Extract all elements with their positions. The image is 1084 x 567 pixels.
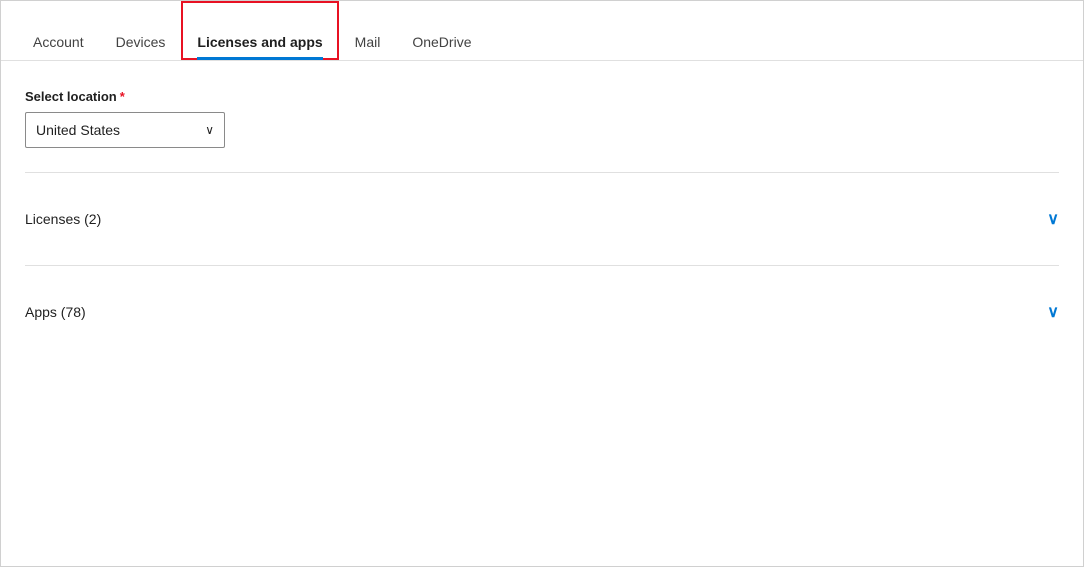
- tab-account[interactable]: Account: [17, 1, 100, 60]
- tab-onedrive[interactable]: OneDrive: [396, 1, 487, 60]
- location-dropdown[interactable]: United States ∨: [25, 112, 225, 148]
- divider-2: [25, 265, 1059, 266]
- tab-bar: Account Devices Licenses and apps Mail O…: [1, 1, 1083, 61]
- content-area: Select location* United States ∨ License…: [1, 61, 1083, 358]
- tab-mail[interactable]: Mail: [339, 1, 397, 60]
- licenses-label: Licenses (2): [25, 211, 101, 227]
- tab-licenses-and-apps[interactable]: Licenses and apps: [181, 1, 338, 60]
- chevron-down-icon: ∨: [205, 123, 214, 137]
- apps-section[interactable]: Apps (78) ∨: [25, 290, 1059, 334]
- apps-label: Apps (78): [25, 304, 86, 320]
- location-value: United States: [36, 122, 120, 138]
- main-container: Account Devices Licenses and apps Mail O…: [0, 0, 1084, 567]
- apps-chevron-icon: ∨: [1047, 302, 1059, 322]
- licenses-chevron-icon: ∨: [1047, 209, 1059, 229]
- divider-1: [25, 172, 1059, 173]
- required-star: *: [120, 89, 125, 104]
- select-location-label: Select location*: [25, 89, 1059, 104]
- licenses-section[interactable]: Licenses (2) ∨: [25, 197, 1059, 241]
- tab-devices[interactable]: Devices: [100, 1, 182, 60]
